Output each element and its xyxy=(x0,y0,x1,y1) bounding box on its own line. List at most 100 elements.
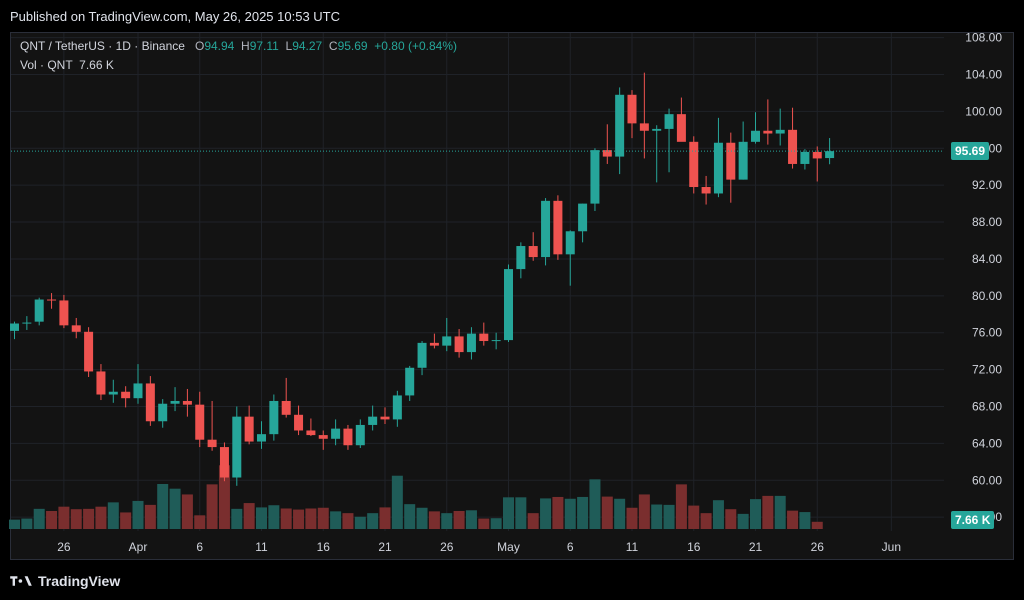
volume-bar xyxy=(206,484,218,529)
candle-body xyxy=(652,128,662,131)
price-tick-label: 104.00 xyxy=(965,68,1002,82)
volume-bar xyxy=(132,500,144,529)
price-axis: 56.0060.0064.0068.0072.0076.0080.0084.00… xyxy=(965,31,1002,525)
time-tick-label: 26 xyxy=(57,540,71,554)
price-tick-label: 92.00 xyxy=(972,178,1002,192)
candle-body xyxy=(331,428,341,439)
candle-body xyxy=(454,336,464,353)
candle-body xyxy=(405,367,415,396)
candle-body xyxy=(71,325,81,332)
candle-body xyxy=(96,371,106,395)
volume-bar xyxy=(799,512,811,529)
brand-name: TradingView xyxy=(38,573,121,589)
volume-bar xyxy=(428,511,440,529)
time-tick-label: 6 xyxy=(567,540,574,554)
last-price-tag: 95.69 xyxy=(951,142,990,161)
candle-body xyxy=(812,151,822,159)
candle-body xyxy=(627,94,637,124)
volume-bar xyxy=(404,504,416,529)
volume-bar xyxy=(268,505,280,529)
candlestick-chart[interactable]: 56.0060.0064.0068.0072.0076.0080.0084.00… xyxy=(0,0,1024,560)
candle-body xyxy=(713,142,723,194)
volume-bar xyxy=(95,506,107,529)
volume-bar xyxy=(527,513,539,529)
candle-body xyxy=(108,391,118,395)
time-axis: 26 Apr 6 11 16 21 26 May 6 11 16 21 26 Jun xyxy=(57,540,901,554)
open-label: O xyxy=(194,39,205,53)
volume-bar xyxy=(169,488,181,529)
volume-bar xyxy=(107,502,119,529)
volume-bar xyxy=(317,507,329,529)
candle-body xyxy=(145,383,155,422)
symbol-title: QNT / TetherUS · 1D · Binance xyxy=(20,39,185,53)
volume-bar xyxy=(774,495,786,529)
volume-bar xyxy=(46,511,58,529)
volume-bar xyxy=(243,503,255,529)
candle-body xyxy=(318,435,328,439)
time-tick-label: 11 xyxy=(626,540,639,554)
candle-body xyxy=(417,342,427,368)
volume-bar xyxy=(416,507,428,529)
candle-body xyxy=(133,383,143,399)
price-tick-label: 72.00 xyxy=(972,363,1002,377)
candle-body xyxy=(504,269,513,341)
candle-body xyxy=(306,430,316,436)
high-value: 97.11 xyxy=(249,39,279,53)
candle-body xyxy=(491,340,501,342)
candle-body xyxy=(84,331,94,372)
volume-bar xyxy=(256,507,267,529)
footer: TradingView xyxy=(10,571,120,591)
volume-bar xyxy=(515,497,527,529)
price-tick-label: 80.00 xyxy=(972,289,1002,303)
candle-body xyxy=(800,151,810,164)
volume-bar xyxy=(379,507,391,529)
candle-body xyxy=(269,400,279,435)
candle-body xyxy=(429,342,439,346)
candle-body xyxy=(738,141,748,180)
candle-series xyxy=(10,72,835,486)
volume-bar xyxy=(589,479,601,529)
time-tick-label: 11 xyxy=(255,540,268,554)
candle-body xyxy=(701,187,711,194)
volume-bar xyxy=(688,505,700,529)
candle-body xyxy=(788,129,798,164)
volume-bar xyxy=(181,494,193,529)
time-tick-label: Apr xyxy=(129,540,148,554)
volume-bar xyxy=(453,511,465,529)
volume-legend[interactable]: Vol · QNT 7.66 K xyxy=(20,58,114,72)
volume-bar xyxy=(21,518,33,529)
time-tick-label: 21 xyxy=(378,540,392,554)
change-value: +0.80 (+0.84%) xyxy=(374,39,457,53)
volume-bar xyxy=(712,500,724,529)
volume-bar xyxy=(675,484,687,529)
candle-body xyxy=(676,114,686,142)
candle-body xyxy=(281,400,291,415)
volume-bar xyxy=(9,519,20,529)
time-tick-label: May xyxy=(497,540,520,554)
candle-body xyxy=(541,200,551,258)
price-tick-label: 84.00 xyxy=(972,252,1002,266)
volume-bar xyxy=(503,497,514,529)
time-tick-label: 16 xyxy=(317,540,331,554)
candle-body xyxy=(602,150,612,157)
candle-body xyxy=(578,203,588,232)
candle-body xyxy=(182,400,192,405)
volume-bar xyxy=(601,496,613,529)
price-tick-label: 100.00 xyxy=(965,104,1002,118)
volume-bar xyxy=(70,509,82,529)
candle-body xyxy=(825,151,835,159)
volume-bar xyxy=(762,495,774,529)
volume-bar xyxy=(564,498,576,529)
candle-body xyxy=(121,391,131,399)
candle-body xyxy=(59,300,69,326)
time-tick-label: 26 xyxy=(811,540,825,554)
candle-body xyxy=(219,447,229,478)
high-label: H xyxy=(241,39,250,53)
candle-body xyxy=(763,130,773,134)
symbol-legend[interactable]: QNT / TetherUS · 1D · Binance O94.94 H97… xyxy=(20,39,457,53)
candle-body xyxy=(565,231,575,255)
close-value: 95.69 xyxy=(337,39,368,53)
candle-body xyxy=(158,403,168,422)
candle-body xyxy=(294,414,304,431)
volume-bar xyxy=(58,506,70,529)
